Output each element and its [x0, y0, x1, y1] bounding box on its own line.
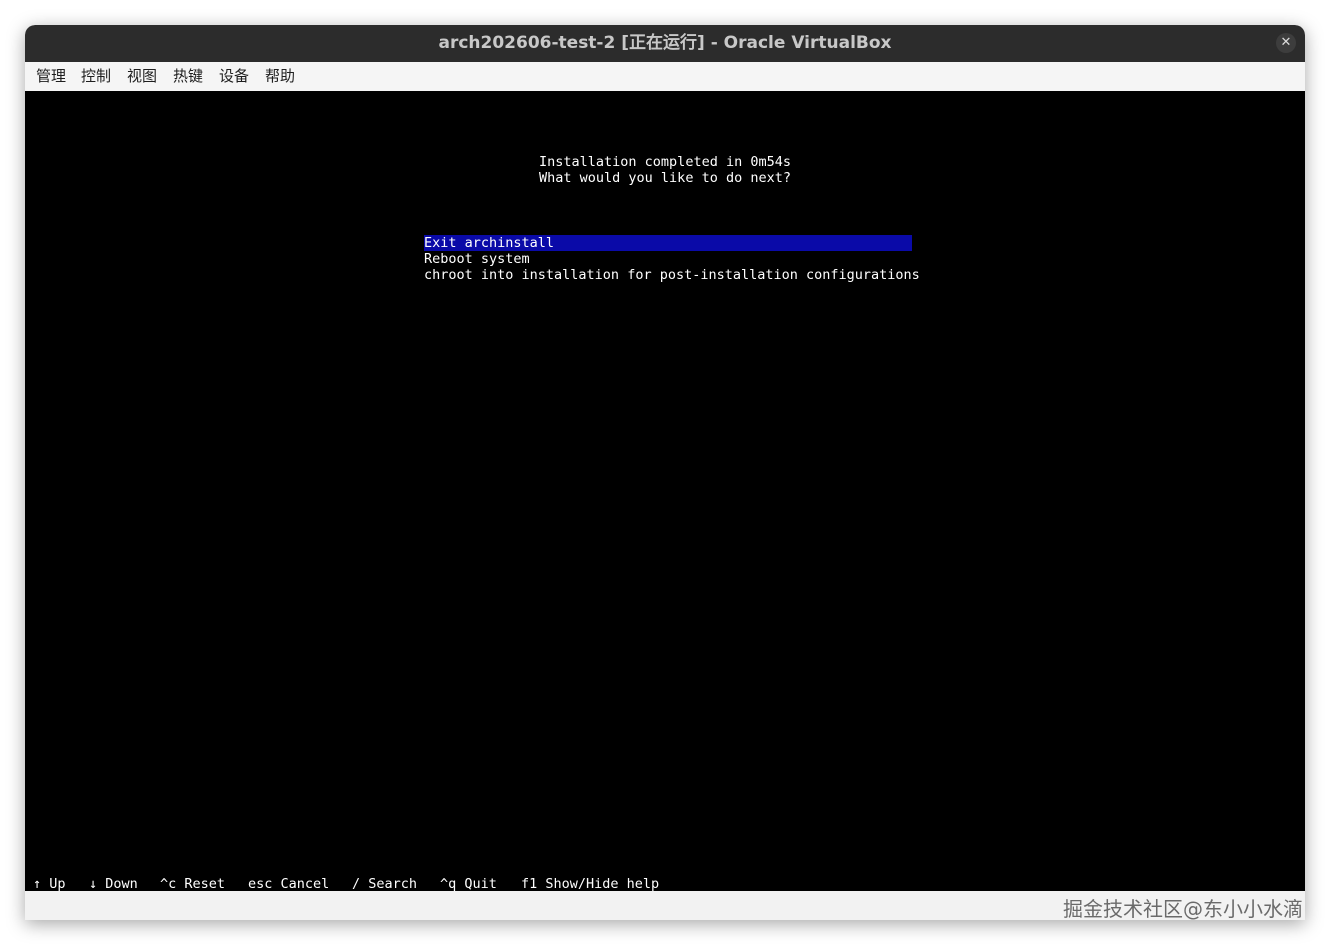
virtualbox-window: arch202606-test-2 [正在运行] - Oracle Virtua…	[25, 25, 1305, 920]
menu-option-chroot[interactable]: chroot into installation for post-instal…	[424, 267, 920, 283]
hint-help: f1 Show/Hide help	[521, 876, 660, 892]
vm-screen[interactable]: Installation completed in 0m54s What wou…	[25, 91, 1305, 892]
hint-quit: ^q Quit	[440, 876, 497, 892]
title-bar[interactable]: arch202606-test-2 [正在运行] - Oracle Virtua…	[25, 25, 1305, 62]
close-icon[interactable]: ✕	[1276, 33, 1296, 53]
menu-item-devices[interactable]: 设备	[219, 62, 249, 91]
menu-item-help[interactable]: 帮助	[265, 62, 295, 91]
hint-search: / Search	[352, 876, 418, 892]
menu-bar: 管理 控制 视图 热键 设备 帮助	[25, 62, 1305, 92]
menu-item-control[interactable]: 控制	[81, 62, 111, 91]
menu-item-view[interactable]: 视图	[127, 62, 157, 91]
watermark: 掘金技术社区@东小小水滴	[1063, 897, 1303, 920]
hint-cancel: esc Cancel	[248, 876, 330, 892]
next-step-prompt: What would you like to do next?	[539, 170, 791, 186]
hint-down: ↓ Down	[89, 876, 138, 892]
hint-reset: ^c Reset	[160, 876, 226, 892]
install-status-message: Installation completed in 0m54s	[539, 154, 791, 170]
hint-up: ↑ Up	[33, 876, 66, 892]
key-hints-bar: ↑ Up ↓ Down ^c Reset esc Cancel / Search…	[25, 876, 1305, 892]
menu-option-exit-archinstall[interactable]: Exit archinstall	[424, 235, 912, 251]
menu-item-hotkeys[interactable]: 热键	[173, 62, 203, 91]
menu-option-reboot-system[interactable]: Reboot system	[424, 251, 912, 267]
menu-item-manage[interactable]: 管理	[36, 62, 66, 91]
window-title: arch202606-test-2 [正在运行] - Oracle Virtua…	[438, 33, 892, 53]
status-strip: 掘金技术社区@东小小水滴	[25, 891, 1305, 920]
